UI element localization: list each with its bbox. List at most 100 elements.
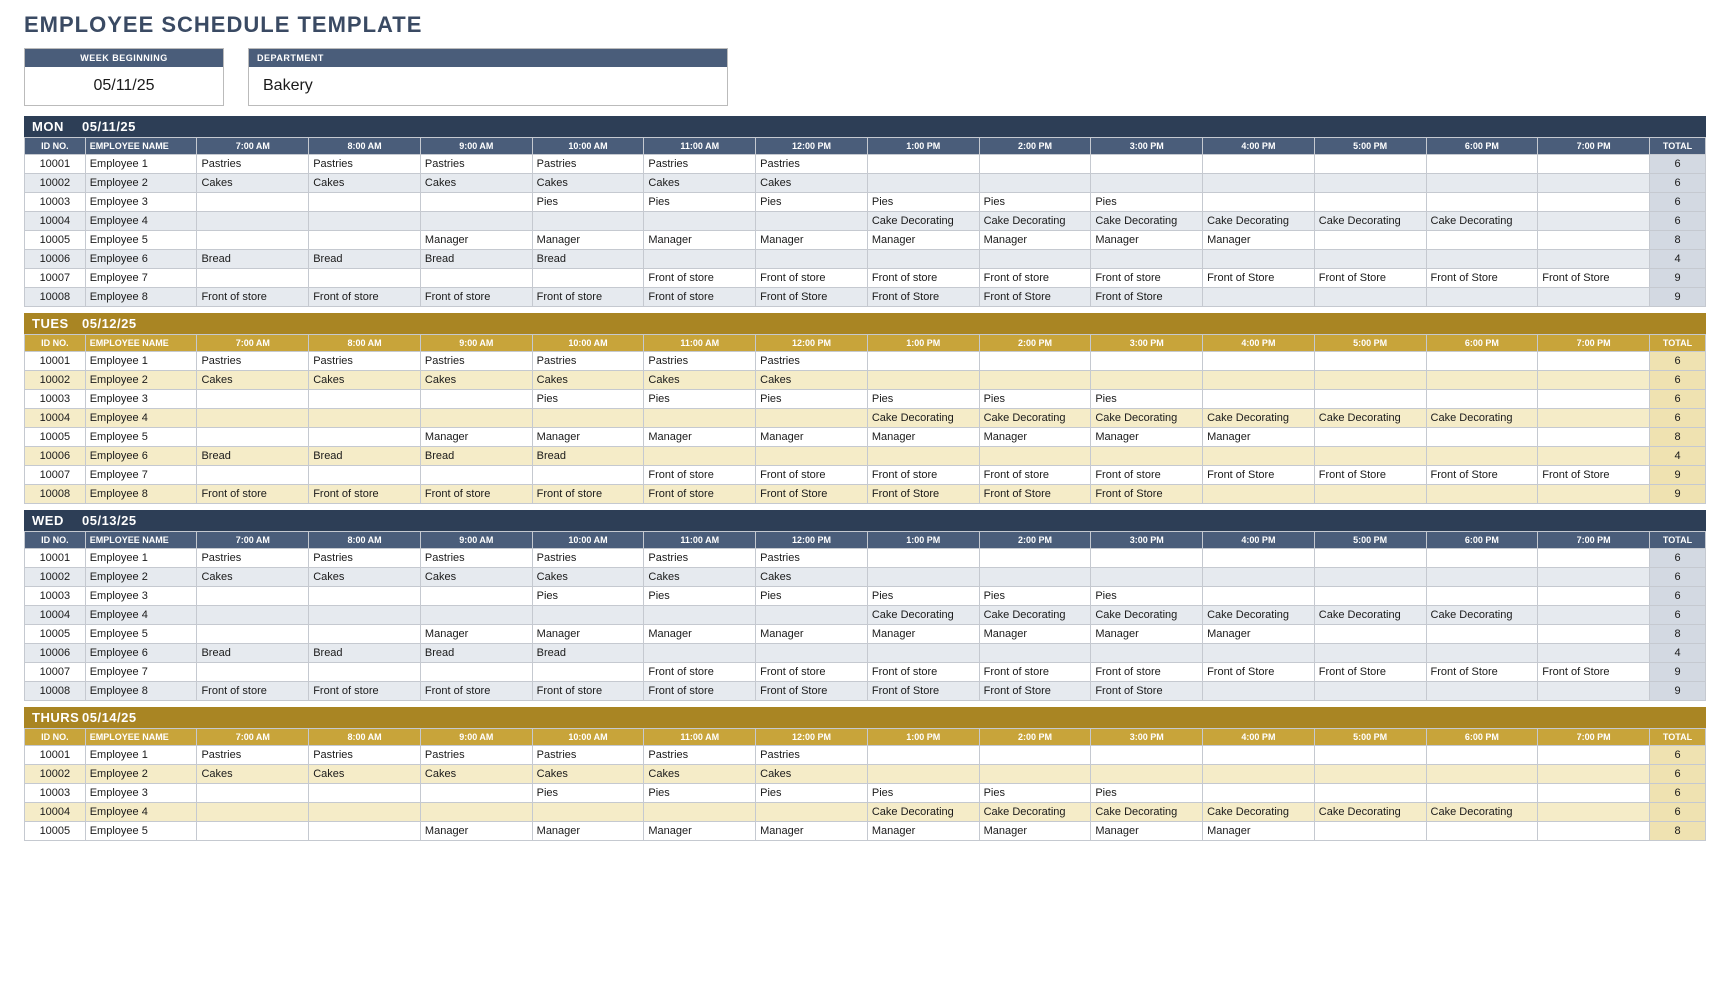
cell-hour[interactable]: [867, 371, 979, 390]
cell-hour[interactable]: [1203, 288, 1315, 307]
cell-hour[interactable]: Front of Store: [867, 485, 979, 504]
cell-hour[interactable]: [1091, 746, 1203, 765]
cell-id[interactable]: 10008: [25, 485, 86, 504]
cell-hour[interactable]: [1314, 765, 1426, 784]
cell-hour[interactable]: [1538, 485, 1650, 504]
cell-hour[interactable]: Pies: [1091, 193, 1203, 212]
cell-name[interactable]: Employee 7: [85, 269, 197, 288]
cell-hour[interactable]: [1314, 371, 1426, 390]
cell-hour[interactable]: [1314, 250, 1426, 269]
cell-hour[interactable]: [309, 428, 421, 447]
cell-hour[interactable]: Bread: [309, 447, 421, 466]
cell-hour[interactable]: [1426, 231, 1538, 250]
cell-hour[interactable]: Manager: [867, 822, 979, 841]
cell-hour[interactable]: Front of Store: [1091, 485, 1203, 504]
cell-hour[interactable]: Front of store: [756, 466, 868, 485]
cell-hour[interactable]: Front of store: [309, 288, 421, 307]
cell-hour[interactable]: Pies: [867, 587, 979, 606]
cell-hour[interactable]: [1538, 371, 1650, 390]
cell-id[interactable]: 10005: [25, 625, 86, 644]
cell-hour[interactable]: Front of store: [532, 288, 644, 307]
cell-hour[interactable]: Front of store: [309, 485, 421, 504]
cell-hour[interactable]: Cakes: [309, 765, 421, 784]
cell-hour[interactable]: Front of store: [979, 466, 1091, 485]
cell-hour[interactable]: Manager: [756, 625, 868, 644]
cell-hour[interactable]: Manager: [1203, 625, 1315, 644]
cell-hour[interactable]: Pies: [644, 390, 756, 409]
cell-hour[interactable]: Manager: [532, 625, 644, 644]
cell-hour[interactable]: [1538, 746, 1650, 765]
cell-hour[interactable]: Manager: [756, 231, 868, 250]
cell-hour[interactable]: Manager: [1203, 428, 1315, 447]
cell-hour[interactable]: Cake Decorating: [1091, 212, 1203, 231]
cell-hour[interactable]: [867, 746, 979, 765]
cell-hour[interactable]: Cakes: [532, 371, 644, 390]
cell-hour[interactable]: [644, 644, 756, 663]
cell-hour[interactable]: [644, 250, 756, 269]
cell-hour[interactable]: Pies: [644, 587, 756, 606]
cell-hour[interactable]: Bread: [197, 447, 309, 466]
cell-hour[interactable]: Front of Store: [979, 485, 1091, 504]
cell-hour[interactable]: [1538, 231, 1650, 250]
cell-hour[interactable]: Front of store: [532, 682, 644, 701]
cell-hour[interactable]: Cake Decorating: [1426, 606, 1538, 625]
cell-hour[interactable]: Cake Decorating: [867, 606, 979, 625]
cell-hour[interactable]: [867, 250, 979, 269]
cell-name[interactable]: Employee 6: [85, 447, 197, 466]
cell-hour[interactable]: [1314, 428, 1426, 447]
cell-hour[interactable]: Pastries: [644, 746, 756, 765]
cell-hour[interactable]: Cakes: [197, 371, 309, 390]
cell-hour[interactable]: Manager: [420, 822, 532, 841]
cell-hour[interactable]: [197, 663, 309, 682]
cell-name[interactable]: Employee 3: [85, 587, 197, 606]
cell-hour[interactable]: Manager: [420, 428, 532, 447]
cell-hour[interactable]: [309, 409, 421, 428]
cell-hour[interactable]: [1314, 155, 1426, 174]
cell-hour[interactable]: Pastries: [309, 746, 421, 765]
cell-hour[interactable]: [1203, 784, 1315, 803]
cell-hour[interactable]: Cake Decorating: [1203, 606, 1315, 625]
cell-hour[interactable]: [1203, 644, 1315, 663]
cell-hour[interactable]: Bread: [532, 250, 644, 269]
cell-hour[interactable]: [1203, 250, 1315, 269]
cell-hour[interactable]: [1091, 371, 1203, 390]
cell-id[interactable]: 10004: [25, 803, 86, 822]
cell-id[interactable]: 10004: [25, 606, 86, 625]
cell-hour[interactable]: Front of store: [644, 466, 756, 485]
cell-hour[interactable]: [1314, 288, 1426, 307]
cell-hour[interactable]: Pies: [1091, 784, 1203, 803]
cell-hour[interactable]: Manager: [532, 231, 644, 250]
cell-hour[interactable]: Front of store: [979, 269, 1091, 288]
cell-hour[interactable]: Front of Store: [1538, 466, 1650, 485]
cell-hour[interactable]: Front of store: [197, 682, 309, 701]
cell-hour[interactable]: Front of Store: [1538, 663, 1650, 682]
cell-hour[interactable]: [197, 784, 309, 803]
cell-hour[interactable]: Pastries: [532, 155, 644, 174]
cell-hour[interactable]: [420, 784, 532, 803]
cell-hour[interactable]: [532, 269, 644, 288]
cell-hour[interactable]: Manager: [532, 822, 644, 841]
cell-hour[interactable]: [1314, 174, 1426, 193]
cell-hour[interactable]: Bread: [197, 644, 309, 663]
cell-name[interactable]: Employee 3: [85, 193, 197, 212]
cell-hour[interactable]: [644, 803, 756, 822]
cell-id[interactable]: 10003: [25, 587, 86, 606]
cell-hour[interactable]: [197, 231, 309, 250]
cell-id[interactable]: 10005: [25, 231, 86, 250]
cell-hour[interactable]: Front of Store: [756, 485, 868, 504]
cell-hour[interactable]: [1426, 682, 1538, 701]
cell-hour[interactable]: [309, 466, 421, 485]
cell-name[interactable]: Employee 7: [85, 663, 197, 682]
cell-hour[interactable]: Pastries: [309, 549, 421, 568]
cell-hour[interactable]: [1314, 625, 1426, 644]
cell-hour[interactable]: [1426, 784, 1538, 803]
cell-hour[interactable]: Pastries: [644, 155, 756, 174]
cell-name[interactable]: Employee 1: [85, 352, 197, 371]
cell-hour[interactable]: Pies: [756, 193, 868, 212]
cell-hour[interactable]: Front of store: [1091, 663, 1203, 682]
cell-hour[interactable]: [1426, 485, 1538, 504]
cell-hour[interactable]: [1314, 447, 1426, 466]
cell-hour[interactable]: Front of Store: [1538, 269, 1650, 288]
cell-hour[interactable]: Cake Decorating: [979, 803, 1091, 822]
cell-hour[interactable]: [1538, 212, 1650, 231]
